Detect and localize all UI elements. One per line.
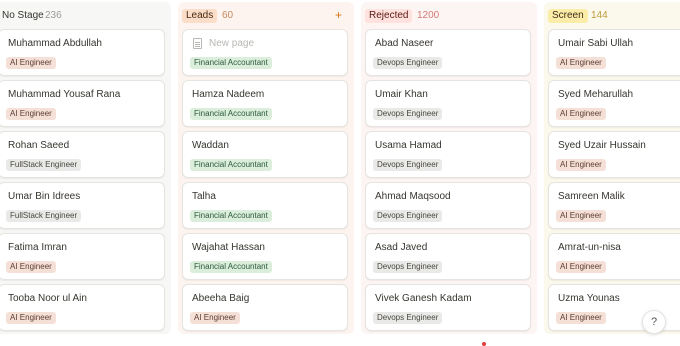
candidate-card[interactable]: Ahmad Maqsood Devops Engineer <box>365 182 531 229</box>
candidate-card[interactable]: Umar Bin Idrees FullStack Engineer <box>0 182 165 229</box>
candidate-card[interactable]: Umair Sabi Ullah AI Engineer <box>548 29 680 76</box>
candidate-card[interactable]: Vivek Ganesh Kadam Devops Engineer <box>365 284 531 331</box>
role-tag: AI Engineer <box>556 261 606 273</box>
candidate-name: Rohan Saeed <box>8 140 70 151</box>
page-icon <box>193 38 202 49</box>
add-card-icon[interactable]: + <box>335 8 342 22</box>
role-tag: AI Engineer <box>6 261 56 273</box>
kanban-board: No Stage 236 Muhammad Abdullah AI Engine… <box>0 0 680 346</box>
candidate-name: Abeeha Baig <box>192 293 250 304</box>
role-tag: AI Engineer <box>556 108 606 120</box>
candidate-name: Umar Bin Idrees <box>8 191 81 202</box>
role-tag: AI Engineer <box>556 57 606 69</box>
candidate-card[interactable]: Abeeha Baig AI Engineer <box>182 284 348 331</box>
candidate-name: Umair Sabi Ullah <box>558 38 634 49</box>
column-rejected: Rejected 1200 Abad Naseer Devops Enginee… <box>361 2 537 334</box>
role-tag: FullStack Engineer <box>6 210 82 222</box>
candidate-card[interactable]: Talha Financial Accountant <box>182 182 348 229</box>
role-tag: Financial Accountant <box>190 57 272 69</box>
role-tag: AI Engineer <box>6 312 56 324</box>
candidate-name: Vivek Ganesh Kadam <box>375 293 472 304</box>
candidate-card[interactable]: Usama Hamad Devops Engineer <box>365 131 531 178</box>
column-title: No Stage <box>2 10 44 21</box>
role-tag: AI Engineer <box>6 57 56 69</box>
column-screen: Screen 144 Umair Sabi Ullah AI Engineer … <box>544 2 680 334</box>
new-page-card[interactable]: New page Financial Accountant <box>182 29 348 76</box>
candidate-name: Umair Khan <box>375 89 428 100</box>
candidate-name: Ahmad Maqsood <box>375 191 451 202</box>
candidate-name: Abad Naseer <box>375 38 434 49</box>
candidate-name: Usama Hamad <box>375 140 442 151</box>
candidate-name: Fatima Imran <box>8 242 67 253</box>
candidate-name: Hamza Nadeem <box>192 89 265 100</box>
candidate-card[interactable]: Muhammad Abdullah AI Engineer <box>0 29 165 76</box>
candidate-name: Syed Uzair Hussain <box>558 140 646 151</box>
role-tag: Devops Engineer <box>373 108 443 120</box>
candidate-card[interactable]: Syed Uzair Hussain AI Engineer <box>548 131 680 178</box>
column-no-stage: No Stage 236 Muhammad Abdullah AI Engine… <box>0 2 171 334</box>
candidate-name: Waddan <box>192 140 229 151</box>
role-tag: Devops Engineer <box>373 57 443 69</box>
candidate-card[interactable]: Umair Khan Devops Engineer <box>365 80 531 127</box>
candidate-card[interactable]: Tooba Noor ul Ain AI Engineer <box>0 284 165 331</box>
column-count: 236 <box>45 10 62 21</box>
candidate-card[interactable]: Rohan Saeed FullStack Engineer <box>0 131 165 178</box>
column-count: 60 <box>222 10 234 21</box>
candidate-name: Samreen Malik <box>558 191 625 202</box>
role-tag: Financial Accountant <box>190 108 272 120</box>
column-title: Rejected <box>365 9 413 23</box>
role-tag: Devops Engineer <box>373 312 443 324</box>
role-tag: Devops Engineer <box>373 210 443 222</box>
candidate-name: Asad Javed <box>375 242 428 253</box>
column-header[interactable]: Leads 60 + <box>178 2 354 28</box>
role-tag: AI Engineer <box>556 159 606 171</box>
column-leads: Leads 60 + New page Financial Accountant… <box>178 2 354 334</box>
candidate-card[interactable]: Amrat-un-nisa AI Engineer <box>548 233 680 280</box>
candidate-name: Muhammad Abdullah <box>8 38 102 49</box>
candidate-card[interactable]: Syed Meharullah AI Engineer <box>548 80 680 127</box>
role-tag: Financial Accountant <box>190 261 272 273</box>
column-header[interactable]: Rejected 1200 <box>361 2 537 28</box>
column-title: Screen <box>548 9 588 23</box>
scroll-indicator <box>482 342 486 346</box>
role-tag: Financial Accountant <box>190 210 272 222</box>
candidate-card[interactable]: Wajahat Hassan Financial Accountant <box>182 233 348 280</box>
column-header[interactable]: No Stage 236 <box>0 2 171 28</box>
candidate-name: Syed Meharullah <box>558 89 634 100</box>
candidate-name: Tooba Noor ul Ain <box>8 293 87 304</box>
role-tag: AI Engineer <box>556 210 606 222</box>
candidate-name: Uzma Younas <box>558 293 620 304</box>
column-count: 144 <box>591 10 608 21</box>
candidate-card[interactable]: Samreen Malik AI Engineer <box>548 182 680 229</box>
column-header[interactable]: Screen 144 <box>544 2 680 28</box>
candidate-name: Wajahat Hassan <box>192 242 265 253</box>
new-page-placeholder: New page <box>209 38 255 49</box>
candidate-card[interactable]: Waddan Financial Accountant <box>182 131 348 178</box>
candidate-name: Talha <box>192 191 216 202</box>
candidate-card[interactable]: Abad Naseer Devops Engineer <box>365 29 531 76</box>
role-tag: FullStack Engineer <box>6 159 82 171</box>
role-tag: Financial Accountant <box>190 159 272 171</box>
role-tag: AI Engineer <box>556 312 606 324</box>
role-tag: AI Engineer <box>6 108 56 120</box>
help-button[interactable]: ? <box>642 310 666 334</box>
role-tag: Devops Engineer <box>373 159 443 171</box>
candidate-name: Amrat-un-nisa <box>558 242 621 253</box>
candidate-name: Muhammad Yousaf Rana <box>8 89 121 100</box>
column-count: 1200 <box>417 10 440 21</box>
candidate-card[interactable]: Asad Javed Devops Engineer <box>365 233 531 280</box>
column-title: Leads <box>182 9 218 23</box>
candidate-card[interactable]: Fatima Imran AI Engineer <box>0 233 165 280</box>
role-tag: AI Engineer <box>190 312 240 324</box>
candidate-card[interactable]: Muhammad Yousaf Rana AI Engineer <box>0 80 165 127</box>
role-tag: Devops Engineer <box>373 261 443 273</box>
candidate-card[interactable]: Hamza Nadeem Financial Accountant <box>182 80 348 127</box>
